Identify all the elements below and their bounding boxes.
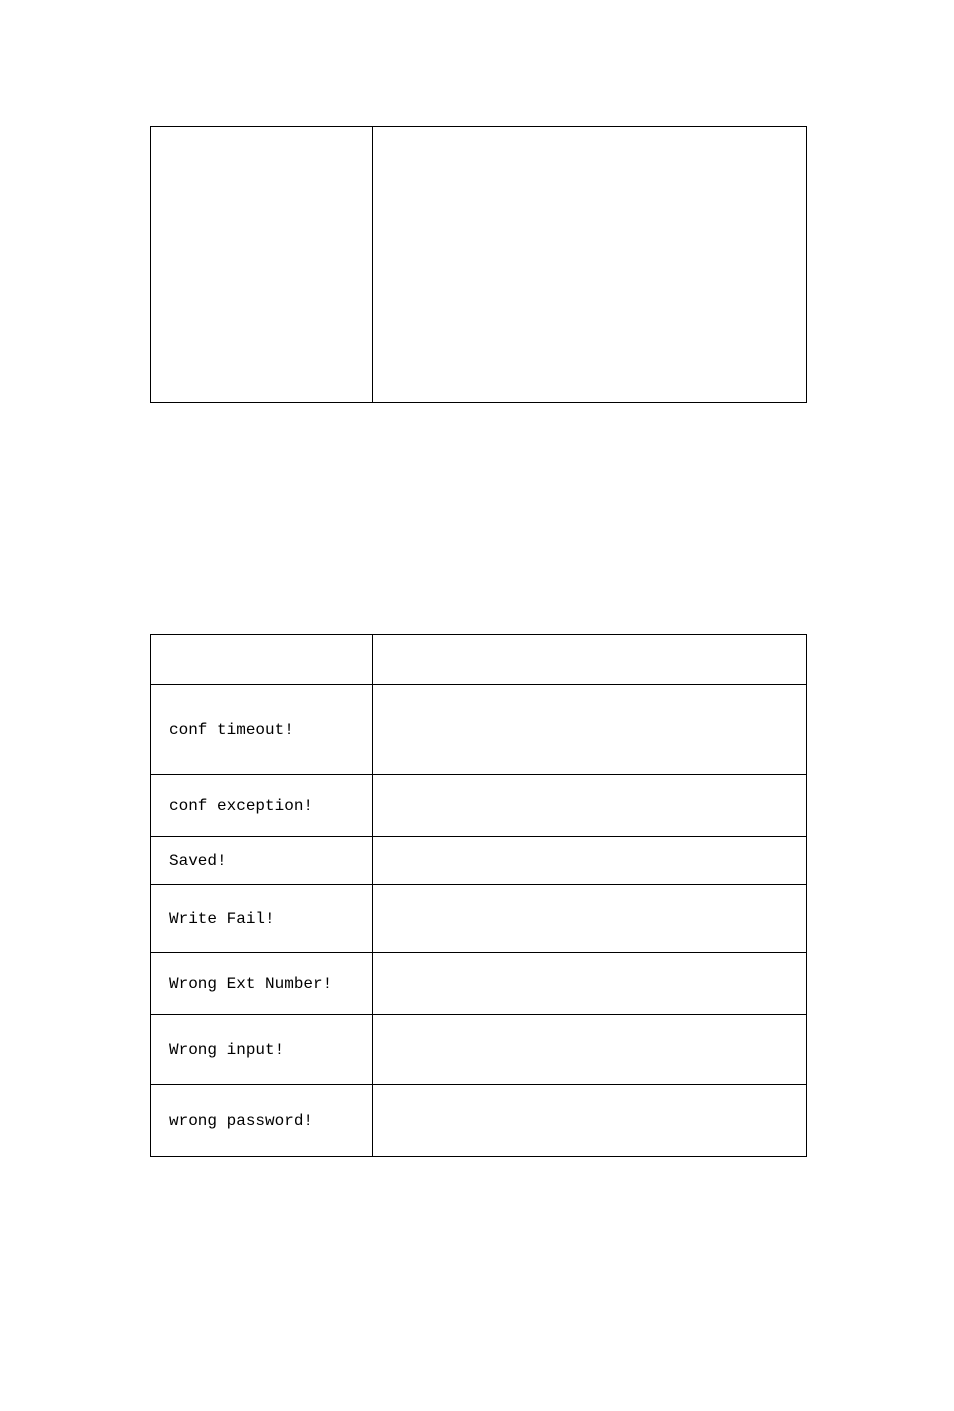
cell-text: Wrong Ext Number!: [169, 975, 332, 993]
cell-text: conf timeout!: [169, 721, 294, 739]
upper-table: [150, 126, 807, 403]
table-cell: [373, 127, 807, 403]
table-row: Wrong Ext Number!: [151, 953, 807, 1015]
table-row: [151, 127, 807, 403]
table-header-cell: [373, 635, 807, 685]
table-cell: wrong password!: [151, 1085, 373, 1157]
table-cell: [373, 685, 807, 775]
table-cell: [373, 953, 807, 1015]
table-cell: conf exception!: [151, 775, 373, 837]
table-row: Saved!: [151, 837, 807, 885]
table-cell: Write Fail!: [151, 885, 373, 953]
table-cell: Saved!: [151, 837, 373, 885]
cell-text: conf exception!: [169, 797, 313, 815]
table-cell: [373, 1085, 807, 1157]
table-cell: [373, 837, 807, 885]
table-row: wrong password!: [151, 1085, 807, 1157]
table-header-cell: [151, 635, 373, 685]
table-cell: [373, 1015, 807, 1085]
cell-text: Saved!: [169, 852, 227, 870]
cell-text: Write Fail!: [169, 910, 275, 928]
table-row: conf exception!: [151, 775, 807, 837]
table-row: conf timeout!: [151, 685, 807, 775]
table-header-row: [151, 635, 807, 685]
table-cell: [151, 127, 373, 403]
table-cell: [373, 775, 807, 837]
messages-table: conf timeout! conf exception! Saved! Wri…: [150, 634, 807, 1157]
table-cell: conf timeout!: [151, 685, 373, 775]
table-cell: [373, 885, 807, 953]
table-row: Wrong input!: [151, 1015, 807, 1085]
table-row: Write Fail!: [151, 885, 807, 953]
cell-text: Wrong input!: [169, 1041, 284, 1059]
table-cell: Wrong Ext Number!: [151, 953, 373, 1015]
table-cell: Wrong input!: [151, 1015, 373, 1085]
cell-text: wrong password!: [169, 1112, 313, 1130]
